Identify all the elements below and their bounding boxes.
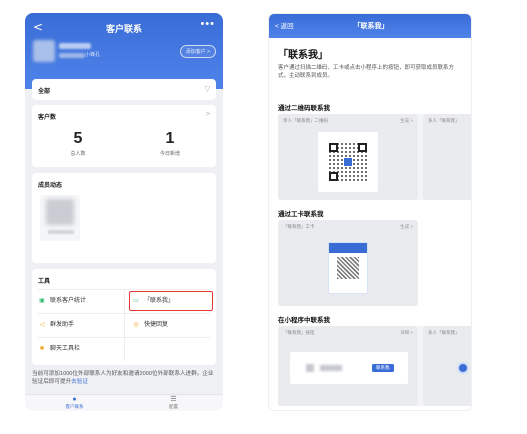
more-icon[interactable]: ••• bbox=[200, 18, 215, 30]
multi-qr-card[interactable]: 多人「联系我」 bbox=[423, 114, 471, 200]
tab-customer-contact[interactable]: ● 客户联系 bbox=[25, 396, 124, 410]
generate-link[interactable]: 生成 > bbox=[400, 118, 413, 124]
single-qr-card[interactable]: 单人「联系我」二维码 生成 > bbox=[278, 114, 418, 200]
tab-config[interactable]: ☰ 配置 bbox=[124, 396, 223, 410]
qr-corner bbox=[329, 172, 338, 181]
tab-bar: ● 客户联系 ☰ 配置 bbox=[25, 394, 223, 411]
today-new-label: 今日新增 bbox=[159, 151, 180, 157]
section-miniprogram-title: 在小程序中联系我 bbox=[278, 317, 330, 324]
multi-qr-card-title: 多人「联系我」 bbox=[428, 118, 460, 123]
miniprogram-panel: 「联系我」按钮 详细 > 联系我 多人「联系我」 bbox=[278, 326, 471, 406]
description: 客户通过扫描二维码、工卡或点击小程序上的按钮，即可获取成员联系方式，主动联系到成… bbox=[278, 65, 455, 79]
filter-icon[interactable]: ▽ bbox=[205, 85, 210, 93]
total-count-value: 5 bbox=[73, 130, 83, 147]
quick-reply-icon: ◎ bbox=[133, 322, 139, 328]
miniprogram-preview: 联系我 bbox=[290, 352, 408, 384]
qr-corner bbox=[358, 143, 367, 152]
highlight-box bbox=[129, 291, 213, 311]
tab-label: 客户联系 bbox=[65, 404, 84, 409]
megaphone-icon: ◁ bbox=[39, 322, 45, 328]
miniprogram-card[interactable]: 「联系我」按钮 详细 > 联系我 bbox=[278, 326, 418, 406]
verify-link[interactable]: 去验证 bbox=[71, 379, 88, 385]
user-name-blurred bbox=[59, 43, 91, 49]
chart-icon: ▣ bbox=[39, 298, 45, 304]
workcard-card-title: 「联系我」工卡 bbox=[283, 224, 315, 229]
tool-label: 群发助手 bbox=[50, 322, 75, 328]
workcard-header bbox=[329, 243, 367, 253]
miniprogram-logo-blurred bbox=[306, 364, 314, 372]
generate-link[interactable]: 生成 > bbox=[400, 224, 413, 230]
qr-code-icon bbox=[337, 257, 359, 279]
qr-logo bbox=[343, 157, 353, 167]
section-workcard-title: 通过工卡联系我 bbox=[278, 211, 324, 218]
heading: 「联系我」 bbox=[278, 50, 328, 61]
avatar bbox=[33, 40, 55, 62]
details-link[interactable]: 详细 > bbox=[400, 330, 413, 336]
tool-label: 联系客户统计 bbox=[50, 298, 87, 304]
settings-icon: ☰ bbox=[170, 396, 177, 403]
today-new-stat: 1 今日新增 bbox=[124, 130, 216, 158]
member-activity-title: 成员动态 bbox=[38, 183, 63, 189]
page-title: 客户联系 bbox=[105, 24, 142, 34]
user-org-blurred bbox=[59, 53, 85, 58]
tab-label: 配置 bbox=[169, 404, 178, 409]
qr-panel: 单人「联系我」二维码 生成 > 多人「联系我」 bbox=[278, 114, 471, 200]
single-qr-card-title: 单人「联系我」二维码 bbox=[283, 118, 328, 123]
workcard-panel: 「联系我」工卡 生成 > bbox=[278, 220, 418, 306]
tool-label: 聊天工具栏 bbox=[50, 346, 81, 352]
multi-miniprogram-card-title: 多人「联系我」 bbox=[428, 330, 460, 335]
today-new-value: 1 bbox=[165, 130, 175, 147]
page-title: 「联系我」 bbox=[353, 23, 389, 30]
filter-label: 全部 bbox=[38, 89, 51, 95]
nav-bar: < 返回 「联系我」 bbox=[269, 14, 471, 38]
avatar bbox=[457, 362, 469, 374]
quota-notice: 当前可添加1000位外部联系人为好友和邀请2000位外部联系人进群。企业验证后即… bbox=[32, 370, 218, 386]
toolbar-icon: ✱ bbox=[39, 346, 45, 352]
chevron-right-icon: > bbox=[205, 111, 210, 118]
tool-quick-reply[interactable]: ◎ 快捷回复 bbox=[132, 316, 168, 334]
quota-notice-text: 当前可添加1000位外部联系人为好友和邀请2000位外部联系人进群。企业验证后即… bbox=[32, 371, 214, 385]
total-count-label: 总人数 bbox=[70, 151, 86, 157]
qr-corner bbox=[329, 143, 338, 152]
section-qr-title: 通过二维码联系我 bbox=[278, 105, 330, 112]
miniprogram-card-title: 「联系我」按钮 bbox=[283, 330, 315, 335]
miniprogram-name-blurred bbox=[320, 365, 342, 371]
workcard-card[interactable]: 「联系我」工卡 生成 > bbox=[278, 220, 418, 306]
total-count-stat: 5 总人数 bbox=[32, 130, 124, 158]
user-subtitle: 小锋孔 bbox=[85, 52, 101, 58]
wecom-customer-contact-screen: < 客户联系 ••• 小锋孔 添加客户 > 全部 ▽ 客户数 > 5 总人数 1… bbox=[25, 13, 223, 411]
tool-customer-stats[interactable]: ▣ 联系客户统计 bbox=[38, 292, 86, 310]
tool-broadcast-assistant[interactable]: ◁ 群发助手 bbox=[38, 316, 74, 334]
customer-count-title: 客户数 bbox=[38, 115, 57, 121]
divider bbox=[124, 289, 125, 361]
customer-count-card[interactable]: 客户数 > 5 总人数 1 今日新增 bbox=[32, 105, 216, 167]
workcard-preview bbox=[328, 242, 368, 294]
customer-contact-icon: ● bbox=[72, 396, 77, 403]
multi-miniprogram-card[interactable]: 多人「联系我」 bbox=[423, 326, 471, 406]
tools-card: 工具 ▣ 联系客户统计 ▭ 「联系我」 ◁ 群发助手 ◎ 快捷回复 ✱ 聊天工具栏 bbox=[32, 269, 216, 365]
contact-me-button[interactable]: 联系我 bbox=[372, 364, 394, 372]
qr-preview bbox=[318, 132, 378, 192]
member-activity-card: 成员动态 bbox=[32, 173, 216, 263]
tool-label: 快捷回复 bbox=[144, 322, 169, 328]
tool-chat-toolbar[interactable]: ✱ 聊天工具栏 bbox=[38, 340, 80, 358]
contact-me-screen: < 返回 「联系我」 「联系我」 客户通过扫描二维码、工卡或点击小程序上的按钮，… bbox=[268, 13, 472, 411]
member-photo-blurred bbox=[46, 199, 74, 225]
add-customer-button[interactable]: 添加客户 > bbox=[179, 45, 216, 58]
filter-row[interactable]: 全部 ▽ bbox=[32, 79, 216, 100]
tools-title: 工具 bbox=[38, 279, 51, 285]
member-caption-blurred bbox=[48, 230, 74, 234]
